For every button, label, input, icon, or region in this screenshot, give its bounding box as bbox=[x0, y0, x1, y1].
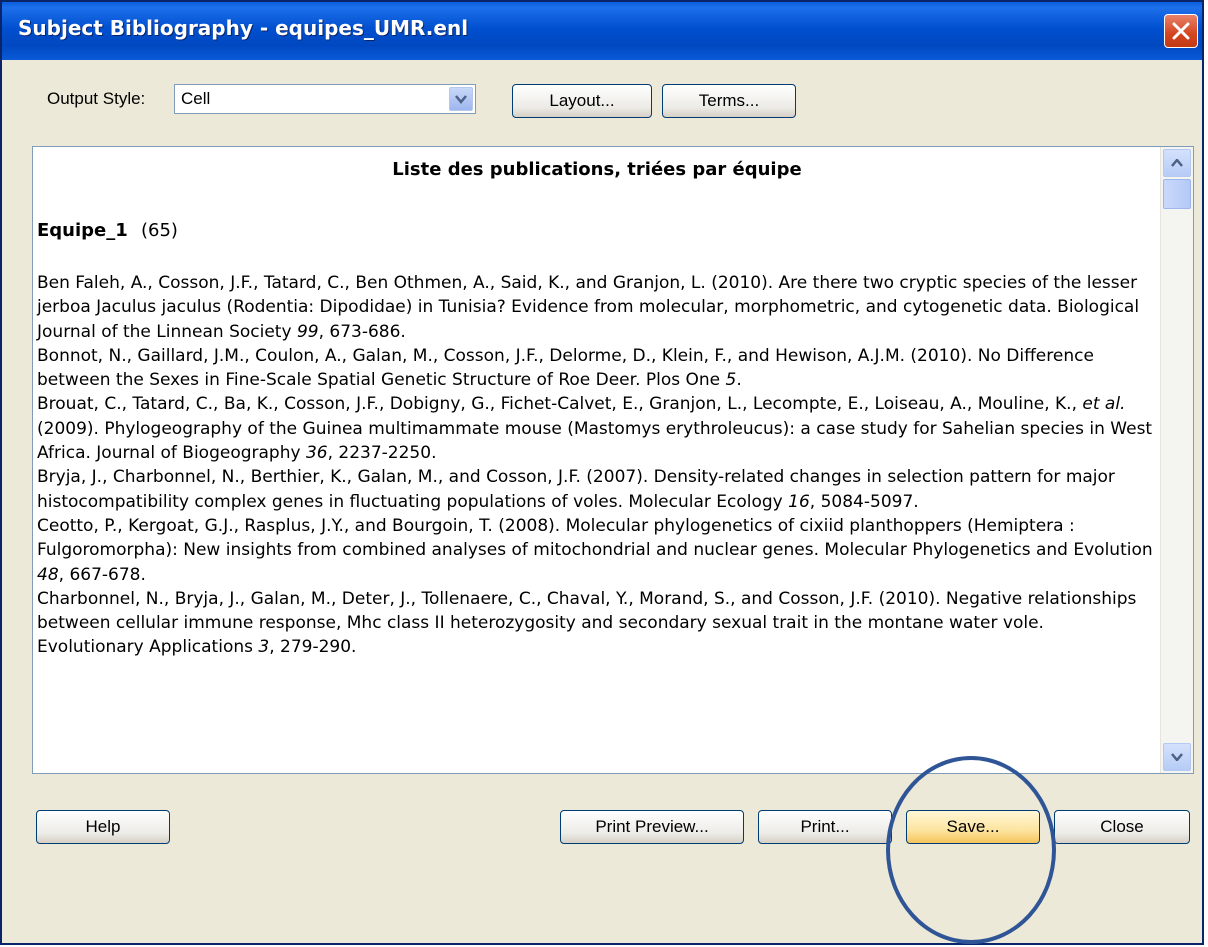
highlight-circle bbox=[886, 756, 1056, 944]
preview-text-area: Liste des publications, triées par équip… bbox=[33, 147, 1161, 773]
scroll-down-button[interactable] bbox=[1163, 743, 1191, 771]
reference-item: Bonnot, N., Gaillard, J.M., Coulon, A., … bbox=[37, 345, 1094, 391]
reference-item: Ceotto, P., Kergoat, G.J., Rasplus, J.Y.… bbox=[37, 515, 1153, 585]
scrollbar-thumb[interactable] bbox=[1163, 179, 1191, 209]
close-window-button[interactable] bbox=[1164, 14, 1198, 48]
print-preview-button[interactable]: Print Preview... bbox=[560, 810, 744, 844]
chevron-up-icon bbox=[1171, 159, 1183, 167]
layout-button[interactable]: Layout... bbox=[512, 84, 652, 118]
vertical-scrollbar[interactable] bbox=[1160, 147, 1193, 773]
chevron-down-icon bbox=[455, 95, 467, 104]
window-title: Subject Bibliography - equipes_UMR.enl bbox=[18, 16, 469, 40]
bibliography-preview[interactable]: Liste des publications, triées par équip… bbox=[32, 146, 1194, 774]
dropdown-arrow-button[interactable] bbox=[449, 87, 473, 111]
reference-item: Ben Faleh, A., Cosson, J.F., Tatard, C.,… bbox=[37, 273, 1140, 342]
group-count: (65) bbox=[141, 220, 178, 241]
reference-item: Charbonnel, N., Bryja, J., Galan, M., De… bbox=[37, 588, 1137, 658]
scroll-up-button[interactable] bbox=[1163, 149, 1191, 177]
reference-item: Bryja, J., Charbonnel, N., Berthier, K.,… bbox=[37, 467, 1115, 512]
reference-item: Brouat, C., Tatard, C., Ba, K., Cosson, … bbox=[37, 394, 1153, 464]
close-button[interactable]: Close bbox=[1054, 810, 1190, 844]
group-heading: Equipe_1 (65) bbox=[37, 220, 178, 241]
help-button[interactable]: Help bbox=[36, 810, 170, 844]
close-icon bbox=[1172, 22, 1190, 40]
bibliography-heading: Liste des publications, triées par équip… bbox=[392, 159, 802, 180]
output-style-label: Output Style: bbox=[47, 89, 146, 108]
reference-list: Ben Faleh, A., Cosson, J.F., Tatard, C.,… bbox=[37, 271, 1153, 660]
print-button[interactable]: Print... bbox=[758, 810, 892, 844]
terms-button[interactable]: Terms... bbox=[662, 84, 796, 118]
title-bar[interactable]: Subject Bibliography - equipes_UMR.enl bbox=[2, 2, 1202, 60]
output-style-value: Cell bbox=[181, 89, 211, 108]
subject-bibliography-dialog: Subject Bibliography - equipes_UMR.enl O… bbox=[0, 0, 1204, 945]
save-button[interactable]: Save... bbox=[906, 810, 1040, 844]
group-name: Equipe_1 bbox=[37, 220, 128, 241]
output-style-select[interactable]: Cell bbox=[174, 84, 476, 114]
chevron-down-icon bbox=[1171, 753, 1183, 761]
